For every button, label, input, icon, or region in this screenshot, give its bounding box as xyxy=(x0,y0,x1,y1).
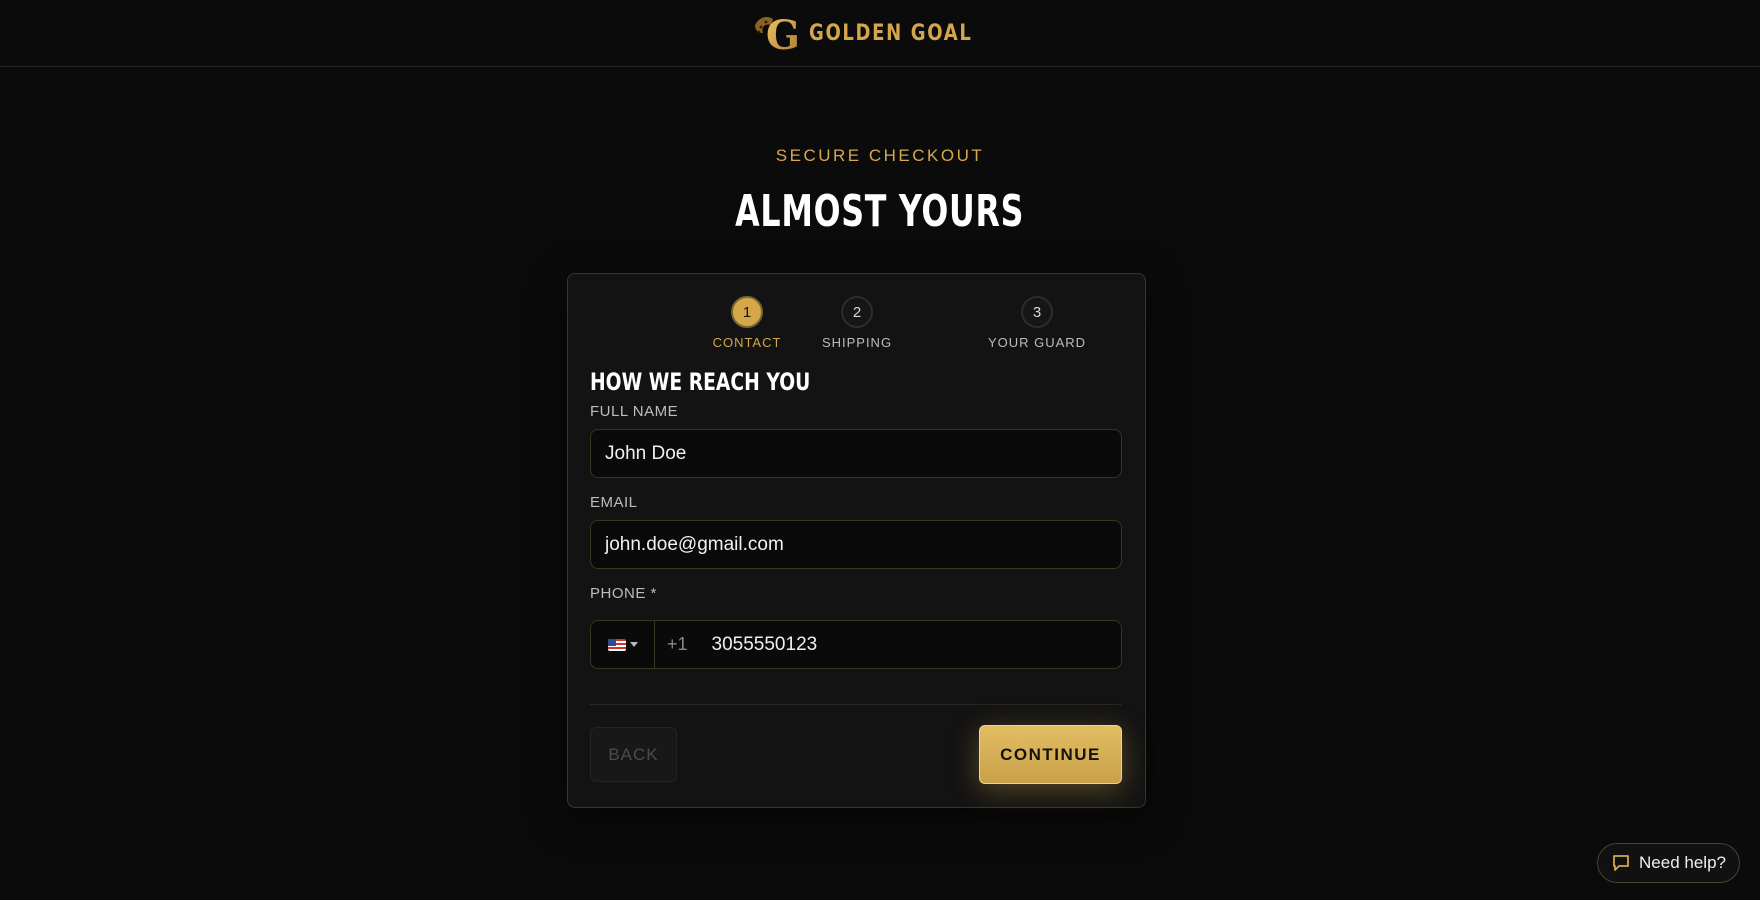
email-value: john.doe@gmail.com xyxy=(605,533,784,555)
step-label: YOUR GUARD xyxy=(987,335,1087,350)
divider xyxy=(590,704,1122,705)
checkout-kicker: SECURE CHECKOUT xyxy=(775,146,985,165)
golden-goal-logo-icon: G xyxy=(755,12,800,55)
phone-label: PHONE * xyxy=(590,585,657,602)
svg-text:G: G xyxy=(766,12,800,55)
step-number: 3 xyxy=(1021,296,1053,328)
email-label: EMAIL xyxy=(590,494,638,511)
dial-code: +1 xyxy=(667,634,688,654)
us-flag-icon xyxy=(607,638,626,651)
step-shipping[interactable]: 2 SHIPPING xyxy=(787,296,927,350)
need-help-label: Need help? xyxy=(1639,853,1726,872)
full-name-input[interactable]: John Doe xyxy=(590,429,1122,478)
checkout-stepper: 1 CONTACT 2 SHIPPING 3 YOUR GUARD xyxy=(568,274,1145,354)
phone-value: 3055550123 xyxy=(711,633,818,655)
full-name-label: FULL NAME xyxy=(590,403,679,420)
back-button[interactable]: BACK xyxy=(590,727,677,782)
brand[interactable]: G GOLDEN GOAL xyxy=(751,11,1008,55)
chat-icon xyxy=(1613,855,1629,871)
phone-input[interactable]: +1 3055550123 xyxy=(590,620,1122,669)
section-title: HOW WE REACH YOU xyxy=(590,368,811,396)
full-name-value: John Doe xyxy=(605,442,687,464)
step-number: 2 xyxy=(841,296,873,328)
email-input[interactable]: john.doe@gmail.com xyxy=(590,520,1122,569)
need-help-button[interactable]: Need help? xyxy=(1597,843,1740,883)
step-your-guard[interactable]: 3 YOUR GUARD xyxy=(967,296,1107,350)
chevron-down-icon xyxy=(629,642,638,647)
top-bar: G GOLDEN GOAL xyxy=(0,0,1760,67)
checkout-card: 1 CONTACT 2 SHIPPING 3 YOUR GUARD HOW WE… xyxy=(567,273,1146,808)
country-selector[interactable] xyxy=(591,621,655,668)
continue-button[interactable]: CONTINUE xyxy=(979,725,1122,784)
step-label: SHIPPING xyxy=(821,335,893,350)
page-title: ALMOST YOURS xyxy=(735,186,1025,237)
step-number: 1 xyxy=(731,296,763,328)
brand-name: GOLDEN GOAL xyxy=(809,20,973,46)
